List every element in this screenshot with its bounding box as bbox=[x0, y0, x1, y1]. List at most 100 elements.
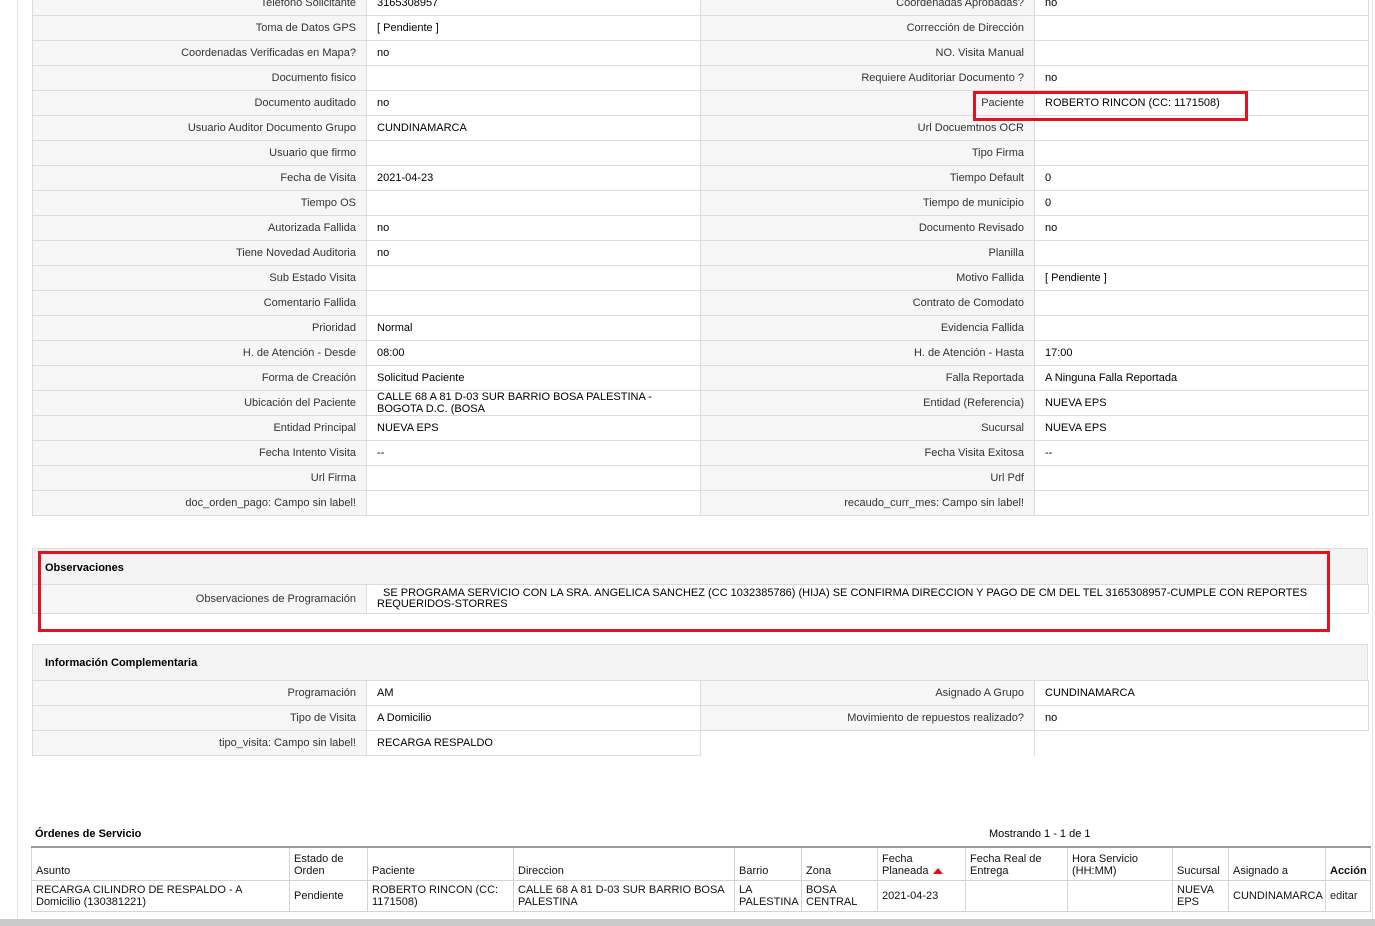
field-label: Planilla bbox=[700, 240, 1035, 266]
field-value bbox=[1034, 115, 1369, 141]
field-label: Prioridad bbox=[32, 315, 367, 341]
col-header-sucursal[interactable]: Sucursal bbox=[1172, 846, 1229, 881]
field-label: Toma de Datos GPS bbox=[32, 15, 367, 41]
field-label: Tipo Firma bbox=[700, 140, 1035, 166]
sort-ascending-icon[interactable] bbox=[932, 868, 943, 875]
visit-detail-table: Teléfono Solicitante 3165308957 Coordenada… bbox=[32, 0, 1369, 516]
complementaria-table: Programación AM Asignado A Grupo CUNDINAMAR… bbox=[32, 680, 1369, 756]
detail-row: Documento auditado no Paciente ROBERTO RINC… bbox=[32, 90, 1369, 116]
field-label: Teléfono Solicitante bbox=[32, 0, 367, 16]
col-header-fecha-planeada[interactable]: Fecha Planeada bbox=[877, 846, 966, 881]
detail-row: Tiene Novedad Auditoria no Planilla bbox=[32, 240, 1369, 266]
orders-table: Asunto Estado de Orden Paciente Direccio… bbox=[31, 846, 1371, 912]
field-value: ROBERTO RINCON (CC: 1171508) bbox=[1034, 90, 1369, 116]
field-label: Usuario Auditor Documento Grupo bbox=[32, 115, 367, 141]
observaciones-table: Observaciones de Programación SE PROGRAM… bbox=[32, 584, 1369, 614]
col-header-zona[interactable]: Zona bbox=[801, 846, 878, 881]
field-label: H. de Atención - Desde bbox=[32, 340, 367, 366]
field-label: Url Pdf bbox=[700, 465, 1035, 491]
field-label: Fecha de Visita bbox=[32, 165, 367, 191]
field-label: Url Docuemtnos OCR bbox=[700, 115, 1035, 141]
col-header-asunto[interactable]: Asunto bbox=[31, 846, 290, 881]
col-header-estado[interactable]: Estado de Orden bbox=[289, 846, 368, 881]
cell-barrio: LA PALESTINA bbox=[734, 880, 802, 912]
field-label: Asignado A Grupo bbox=[700, 680, 1035, 706]
field-label: Coordenadas Verificadas en Mapa? bbox=[32, 40, 367, 66]
detail-row: Fecha Intento Visita -- Fecha Visita Exito… bbox=[32, 440, 1369, 466]
table-row: RECARGA CILINDRO DE RESPALDO - A Domicil… bbox=[31, 880, 1371, 912]
field-value: no bbox=[366, 215, 701, 241]
field-value bbox=[1034, 140, 1369, 166]
field-label: Forma de Creación bbox=[32, 365, 367, 391]
detail-row: doc_orden_pago: Campo sin label! recaudo_… bbox=[32, 490, 1369, 516]
field-label: Documento Revisado bbox=[700, 215, 1035, 241]
field-label: Tiempo Default bbox=[700, 165, 1035, 191]
field-value: [ Pendiente ] bbox=[366, 15, 701, 41]
field-label: Ubicación del Paciente bbox=[32, 390, 367, 416]
detail-row: Tiempo OS Tiempo de municipio 0 bbox=[32, 190, 1369, 216]
col-header-direccion[interactable]: Direccion bbox=[513, 846, 735, 881]
field-label: Sub Estado Visita bbox=[32, 265, 367, 291]
col-header-asignado[interactable]: Asignado a bbox=[1228, 846, 1326, 881]
detail-row: Fecha de Visita 2021-04-23 Tiempo Default 0 bbox=[32, 165, 1369, 191]
field-label: Motivo Fallida bbox=[700, 265, 1035, 291]
detail-row: Autorizada Fallida no Documento Revisado no bbox=[32, 215, 1369, 241]
field-value: 2021-04-23 bbox=[366, 165, 701, 191]
detail-row: Usuario Auditor Documento Grupo CUNDINAMA… bbox=[32, 115, 1369, 141]
cell-zona: BOSA CENTRAL bbox=[801, 880, 878, 912]
field-value: no bbox=[366, 240, 701, 266]
field-value: NUEVA EPS bbox=[1034, 415, 1369, 441]
field-label: Tiempo de municipio bbox=[700, 190, 1035, 216]
detail-row: Comentario Fallida Contrato de Comodato bbox=[32, 290, 1369, 316]
col-header-hora[interactable]: Hora Servicio (HH:MM) bbox=[1067, 846, 1173, 881]
field-value bbox=[366, 465, 701, 491]
page-left-border bbox=[17, 0, 18, 926]
field-label: Usuario que firmo bbox=[32, 140, 367, 166]
edit-link[interactable]: editar bbox=[1330, 890, 1358, 902]
detail-row: Documento fisico Requiere Auditoriar Docu… bbox=[32, 65, 1369, 91]
field-label: Tiene Novedad Auditoria bbox=[32, 240, 367, 266]
field-value bbox=[1034, 290, 1369, 316]
detail-row: Usuario que firmo Tipo Firma bbox=[32, 140, 1369, 166]
detail-row: Coordenadas Verificadas en Mapa? no NO. Vi… bbox=[32, 40, 1369, 66]
complementaria-row: Programación AM Asignado A Grupo CUNDINAMAR… bbox=[32, 680, 1369, 706]
field-label: Paciente bbox=[700, 90, 1035, 116]
horizontal-scrollbar[interactable] bbox=[0, 919, 1375, 926]
cell-asunto: RECARGA CILINDRO DE RESPALDO - A Domicil… bbox=[31, 880, 290, 912]
detail-row: Sub Estado Visita Motivo Fallida[ Pendien… bbox=[32, 265, 1369, 291]
detail-row: Url Firma Url Pdf bbox=[32, 465, 1369, 491]
field-value: no bbox=[1034, 0, 1369, 16]
field-value bbox=[1034, 240, 1369, 266]
field-label: Corrección de Dirección bbox=[700, 15, 1035, 41]
field-value bbox=[366, 490, 701, 516]
detail-row: Ubicación del Paciente CALLE 68 A 81 D-03… bbox=[32, 390, 1369, 416]
field-value: A Domicilio bbox=[366, 705, 701, 731]
field-value: Solicitud Paciente bbox=[366, 365, 701, 391]
field-value: A Ninguna Falla Reportada bbox=[1034, 365, 1369, 391]
field-value: no bbox=[1034, 215, 1369, 241]
detail-row: Teléfono Solicitante 3165308957 Coordenada… bbox=[32, 0, 1369, 16]
field-label: Falla Reportada bbox=[700, 365, 1035, 391]
field-value: 0 bbox=[1034, 190, 1369, 216]
field-label: recaudo_curr_mes: Campo sin label! bbox=[700, 490, 1035, 516]
observaciones-value: SE PROGRAMA SERVICIO CON LA SRA. ANGELIC… bbox=[366, 584, 1369, 614]
field-value bbox=[1034, 40, 1369, 66]
cell-fecha-real bbox=[965, 880, 1068, 912]
col-header-fecha-real[interactable]: Fecha Real de Entrega bbox=[965, 846, 1068, 881]
col-header-barrio[interactable]: Barrio bbox=[734, 846, 802, 881]
field-value: 0 bbox=[1034, 165, 1369, 191]
field-label: Autorizada Fallida bbox=[32, 215, 367, 241]
field-value: NUEVA EPS bbox=[366, 415, 701, 441]
field-value: no bbox=[366, 40, 701, 66]
field-value: AM bbox=[366, 680, 701, 706]
field-label: Comentario Fallida bbox=[32, 290, 367, 316]
field-value: -- bbox=[366, 440, 701, 466]
col-header-paciente[interactable]: Paciente bbox=[367, 846, 514, 881]
field-label: Evidencia Fallida bbox=[700, 315, 1035, 341]
orders-title: Órdenes de Servicio bbox=[35, 828, 142, 840]
observaciones-title: Observaciones bbox=[45, 562, 124, 574]
field-label: tipo_visita: Campo sin label! bbox=[32, 730, 367, 756]
detail-row: Entidad Principal NUEVA EPS Sucursal NUEVA … bbox=[32, 415, 1369, 441]
cell-sucursal: NUEVA EPS bbox=[1172, 880, 1229, 912]
field-value: CALLE 68 A 81 D-03 SUR BARRIO BOSA PALES… bbox=[366, 390, 701, 416]
